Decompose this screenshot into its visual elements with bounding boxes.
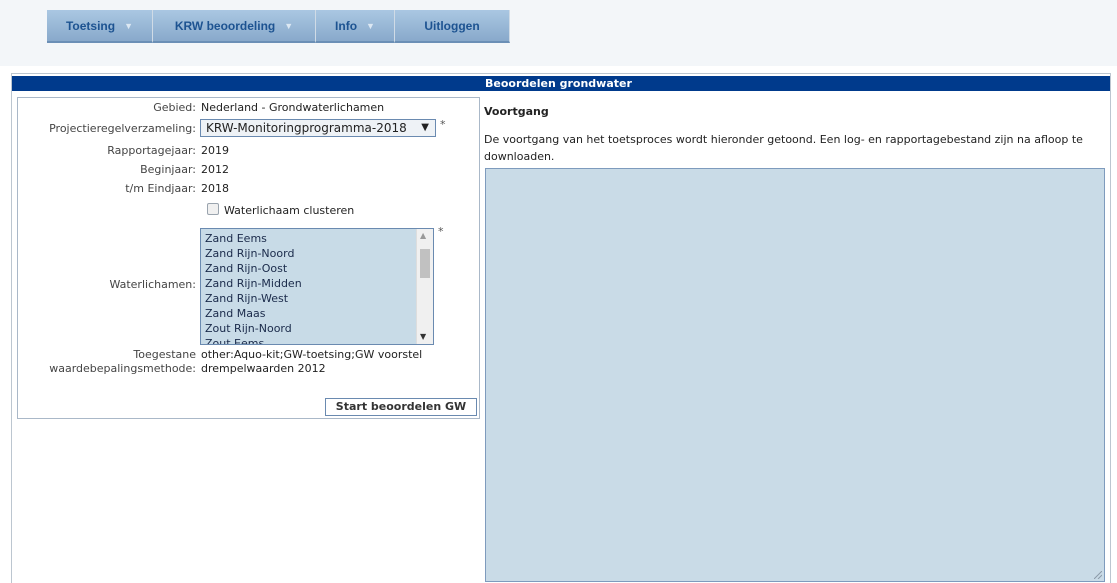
chevron-down-icon: ▼ — [284, 20, 294, 31]
scroll-down-icon[interactable]: ▼ — [420, 332, 426, 341]
list-item[interactable]: Zand Rijn-Oost — [205, 261, 433, 276]
start-beoordelen-button[interactable]: Start beoordelen GW — [325, 398, 477, 416]
nav-info-label: Info — [335, 18, 358, 33]
progress-title: Voortgang — [484, 105, 549, 118]
form-box: Gebied: Nederland - Grondwaterlichamen P… — [17, 97, 480, 419]
project-select-value: KRW-Monitoringprogramma-2018 — [206, 121, 407, 135]
scroll-up-icon[interactable]: ▲ — [420, 231, 426, 240]
gebied-label: Gebied: — [153, 101, 196, 114]
project-label: Projectieregelverzameling: — [49, 122, 196, 135]
dropdown-arrow-icon: ▼ — [421, 122, 429, 133]
main-panel: Beoordelen grondwater Gebied: Nederland … — [11, 73, 1111, 583]
required-marker: * — [440, 118, 446, 131]
progress-log-textarea[interactable] — [485, 168, 1105, 582]
main-nav: Toetsing ▼ KRW beoordeling ▼ Info ▼ Uitl… — [47, 10, 510, 43]
top-bar: Toetsing ▼ KRW beoordeling ▼ Info ▼ Uitl… — [0, 0, 1117, 66]
nav-krw-label: KRW beoordeling — [174, 18, 276, 33]
eind-label: t/m Eindjaar: — [125, 182, 196, 195]
nav-uitloggen[interactable]: Uitloggen — [395, 10, 510, 43]
waterlichamen-listbox[interactable]: Zand Eems Zand Rijn-Noord Zand Rijn-Oost… — [200, 228, 434, 345]
nav-info[interactable]: Info ▼ — [316, 10, 395, 43]
nav-toetsing[interactable]: Toetsing ▼ — [47, 10, 153, 43]
progress-description: De voortgang van het toetsproces wordt h… — [484, 133, 1083, 163]
nav-toetsing-label: Toetsing — [65, 18, 116, 33]
methode-label-line2: waardebepalingsmethode: — [49, 362, 196, 375]
methode-value-line1: other:Aquo-kit;GW-toetsing;GW voorstel — [201, 348, 423, 361]
list-item[interactable]: Zand Rijn-West — [205, 291, 433, 306]
waterlichamen-label: Waterlichamen: — [109, 278, 196, 291]
list-item[interactable]: Zand Maas — [205, 306, 433, 321]
cluster-checkbox[interactable] — [207, 203, 219, 215]
begin-value: 2012 — [201, 163, 229, 176]
methode-label-line1: Toegestane — [133, 348, 196, 361]
resize-handle-icon[interactable] — [1094, 571, 1102, 579]
nav-uitloggen-label: Uitloggen — [424, 18, 480, 33]
gebied-value: Nederland - Grondwaterlichamen — [201, 101, 385, 114]
list-item[interactable]: Zout Eems — [205, 336, 433, 344]
methode-value-line2: drempelwaarden 2012 — [201, 362, 326, 375]
list-item[interactable]: Zand Rijn-Noord — [205, 246, 433, 261]
list-item[interactable]: Zand Rijn-Midden — [205, 276, 433, 291]
scroll-thumb[interactable] — [420, 249, 430, 278]
nav-krw-beoordeling[interactable]: KRW beoordeling ▼ — [153, 10, 316, 43]
list-item[interactable]: Zand Eems — [205, 231, 433, 246]
rapport-value: 2019 — [201, 144, 229, 157]
cluster-label: Waterlichaam clusteren — [224, 204, 355, 217]
chevron-down-icon: ▼ — [124, 20, 134, 31]
panel-title: Beoordelen grondwater — [12, 76, 1110, 91]
listbox-scrollbar[interactable]: ▲ ▼ — [416, 229, 433, 344]
rapport-label: Rapportagejaar: — [107, 144, 196, 157]
list-item[interactable]: Zout Rijn-Noord — [205, 321, 433, 336]
project-select[interactable]: KRW-Monitoringprogramma-2018 ▼ — [200, 119, 436, 137]
chevron-down-icon: ▼ — [366, 20, 375, 31]
eind-value: 2018 — [201, 182, 229, 195]
begin-label: Beginjaar: — [140, 163, 196, 176]
required-marker: * — [438, 225, 444, 238]
